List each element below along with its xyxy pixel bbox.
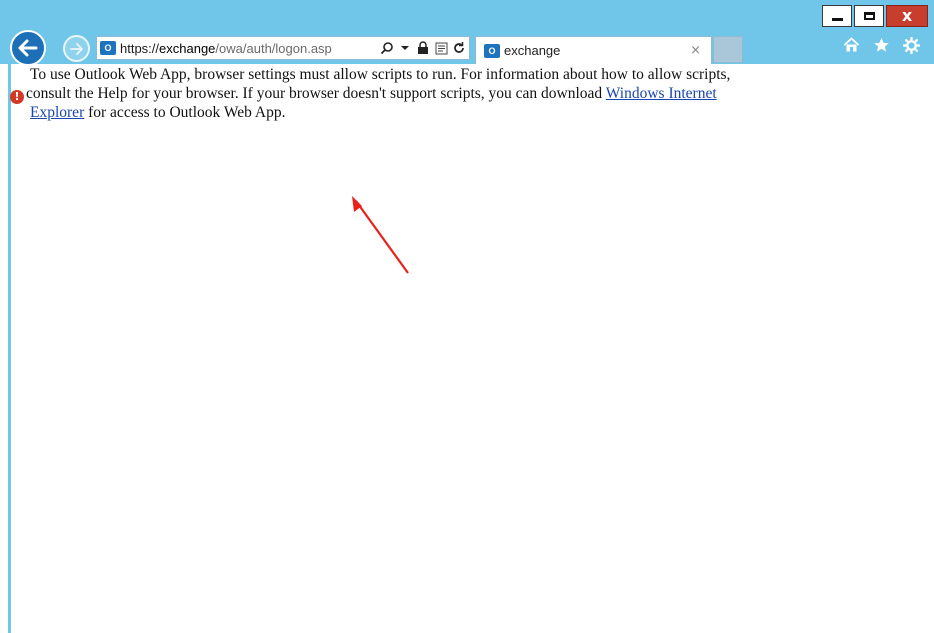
compatibility-view-icon[interactable] (434, 41, 448, 55)
home-icon[interactable] (842, 36, 860, 54)
lock-icon[interactable] (416, 41, 430, 55)
back-arrow-icon (18, 39, 38, 57)
close-button[interactable]: x (886, 5, 928, 27)
tab-title: exchange (504, 43, 561, 58)
explorer-link[interactable]: Explorer (30, 104, 84, 121)
new-tab-button[interactable] (713, 36, 743, 63)
dropdown-chevron-icon[interactable] (398, 41, 412, 55)
windows-internet-explorer-link[interactable]: Windows Internet (606, 85, 717, 102)
browser-toolbar (842, 36, 920, 54)
address-bar-actions (380, 41, 466, 55)
message-line-2-text: consult the Help for your browser. If yo… (26, 84, 606, 102)
maximize-icon (863, 12, 875, 20)
message-line-3-text: for access to Outlook Web App. (84, 103, 286, 121)
outlook-tab-favicon-icon: O (484, 43, 500, 58)
message-line-1: To use Outlook Web App, browser settings… (30, 66, 731, 83)
url-host: exchange (159, 40, 216, 56)
outlook-favicon-icon: O (100, 41, 116, 55)
error-icon: ! (10, 90, 24, 104)
tab-close-icon[interactable]: × (690, 43, 701, 58)
refresh-icon[interactable] (452, 41, 466, 55)
url-path: /owa/auth/logon.asp (215, 40, 332, 56)
minimize-button[interactable] (822, 5, 852, 27)
page-content-area (8, 64, 934, 633)
tab-exchange[interactable]: O exchange × (475, 36, 712, 64)
forward-arrow-icon (69, 42, 83, 55)
favorites-star-icon[interactable] (872, 36, 890, 54)
message-line-3: Explorer for access to Outlook Web App. (10, 104, 915, 123)
message-line-2: ! consult the Help for your browser. If y… (10, 85, 915, 104)
address-bar[interactable]: O https://exchange/owa/auth/logon.asp (96, 36, 470, 60)
back-button[interactable] (10, 30, 46, 66)
script-warning-message: To use Outlook Web App, browser settings… (10, 66, 915, 122)
settings-gear-icon[interactable] (902, 36, 920, 54)
url-text[interactable]: https://exchange/owa/auth/logon.asp (120, 41, 376, 56)
browser-chrome: x O https://exchange/owa/auth/logon.asp (0, 0, 934, 66)
close-icon: x (901, 6, 913, 25)
search-icon[interactable] (380, 41, 394, 55)
forward-button[interactable] (63, 35, 90, 62)
url-scheme: https:// (120, 40, 160, 56)
maximize-button[interactable] (854, 5, 884, 27)
window-controls: x (820, 5, 928, 27)
minimize-icon (831, 17, 843, 21)
